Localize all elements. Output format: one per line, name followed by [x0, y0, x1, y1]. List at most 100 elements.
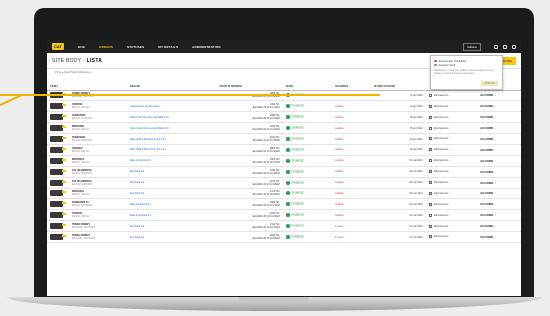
cat-logo: CAT: [52, 43, 64, 50]
nav-my-details[interactable]: MY DETAILS: [158, 45, 178, 49]
dealer-link[interactable]: Edile Italia & Movimento Terre Srl: [130, 138, 165, 141]
checkbox-icon[interactable]: [428, 159, 432, 163]
access-button[interactable]: ACCORD: [480, 191, 493, 195]
language-select[interactable]: Italiano: [463, 42, 481, 51]
table-row[interactable]: TENEX 0086871ESCAVAT. 320 PORTEdu Italia…: [47, 231, 521, 243]
nav-administration[interactable]: ADMINISTRATION: [192, 45, 221, 49]
asset-id-cell: 10069721 ESCAV. 323 GD: [69, 100, 128, 113]
service-date: Exp/2022 20:10 10:20AM: [252, 193, 280, 197]
table-row[interactable]: 10069721 ESCAV. 323 GD Assistenza & Tecnic…: [47, 100, 521, 113]
dealer-link[interactable]: Edu Italia Ltd.: [130, 170, 145, 173]
expiry-cell: scaduta: [332, 155, 371, 167]
nav-statuses[interactable]: STATUSES: [127, 45, 144, 49]
header-status[interactable]: STATO: [282, 83, 333, 91]
excavator-icon: [50, 146, 66, 153]
header-asset[interactable]: ASSET: [47, 83, 69, 91]
access-button[interactable]: ACCORD: [480, 170, 493, 174]
last-access-cell: 25 mar 2022: [370, 177, 426, 189]
service-cell: 1950 Hrs Exp/2022 20:10 10:12AM: [216, 111, 283, 124]
dealer-link[interactable]: Edile & Agricola Srl: [130, 214, 150, 217]
tag-text: abbonamento: [433, 148, 449, 152]
table-row[interactable]: 10069721 ESCAV. 323 GD Edile & Agricola Sr…: [47, 209, 521, 222]
access-button[interactable]: ACCORD: [480, 104, 493, 108]
dealer-link[interactable]: Edu Italia Ltd.: [130, 225, 145, 228]
table-row[interactable]: 100 100 REDDOX ESCAV. 326 PORT Edu Italia …: [47, 166, 521, 178]
last-access-date: 10 apr 2022: [409, 104, 423, 108]
expiry-text: scaduta: [335, 170, 344, 174]
dropdown-option[interactable]: Accesso Utenti: [434, 63, 499, 67]
header-expiry[interactable]: SCADENZA: [332, 83, 371, 91]
checkbox-icon[interactable]: [428, 202, 432, 206]
action-cell: ACCORD ⌄: [477, 90, 521, 102]
checkbox-icon[interactable]: [428, 148, 432, 152]
service-date: Exp/2022 20:10 10:14AM: [252, 128, 280, 132]
header-service-status[interactable]: STATO DI SERVIZIO: [216, 83, 283, 91]
access-button[interactable]: ACCORD: [480, 224, 493, 228]
table-row[interactable]: WB054680 ESCAV. 330 GC Ditta Costruzioni G…: [47, 122, 521, 135]
access-button[interactable]: ACCORD: [480, 148, 493, 152]
dealer-link[interactable]: Edu Italia Ltd.: [130, 181, 145, 184]
nav-hub[interactable]: HUB: [78, 45, 85, 49]
header-last-access[interactable]: ULTIMO ACCESSO: [370, 83, 426, 91]
service-cell: 1990 Hrs Exp/2022 20:10 10:24AM: [216, 231, 283, 243]
checkbox-icon[interactable]: [428, 181, 432, 184]
dealer-link[interactable]: Edile & Agricola Srl: [130, 203, 150, 206]
checkbox-icon[interactable]: [428, 126, 432, 130]
expiry-cell: in corso: [332, 231, 371, 243]
table-row[interactable]: 10069812 ESCAV. 320 GC Edile Italia & Movi…: [47, 144, 521, 156]
last-access-cell: 20 mar 2022: [370, 198, 426, 211]
table-row[interactable]: WB054681 ESCAV. 330 GC Edu Italia Ltd. 1470…: [47, 188, 521, 200]
table-row[interactable]: TENEX0034 ESCAV. 320 PORT Edile Italia & M…: [47, 133, 521, 145]
access-button[interactable]: ACCORD: [480, 213, 493, 217]
access-button[interactable]: ACCORD: [480, 159, 493, 163]
asset-thumb: [47, 144, 69, 156]
access-button[interactable]: ACCORD: [480, 202, 493, 206]
status-text: CONNESSO: [290, 202, 305, 206]
notification-icon[interactable]: [494, 44, 498, 49]
page-title-prefix: SITE BODY: [52, 57, 82, 64]
dealer-link[interactable]: Edile & Agricola Srl: [130, 159, 150, 162]
asset-id-cell: TENEX0034 ESCAV. 320 PORT: [69, 133, 128, 145]
model-name: ESCAV. 330 GC: [72, 160, 90, 164]
access-button[interactable]: ACCORD: [480, 181, 493, 185]
service-date: Exp/2022 20:10 10:12AM: [252, 117, 280, 121]
dealer-link[interactable]: Assistenza & Tecnica Assoc.: [130, 105, 160, 108]
table-row[interactable]: TENEX 0086871ESCAVAT. 320 PORTEdu Italia…: [47, 220, 521, 233]
checkbox-icon[interactable]: [428, 170, 432, 174]
checkbox-icon[interactable]: [428, 213, 432, 217]
tag-cell: abbonamento: [425, 166, 478, 178]
menu-icon[interactable]: [512, 44, 516, 49]
last-access-date: 20 mar 2022: [409, 202, 423, 206]
checkbox-icon[interactable]: [428, 191, 432, 195]
header-dealer[interactable]: DEALER: [127, 83, 217, 91]
access-button[interactable]: ACCORD: [480, 115, 493, 119]
dealer-link[interactable]: Ditta Costruzioni Generali Milano Srl: [130, 127, 169, 130]
tag-text: abbonamento: [433, 213, 449, 217]
dealer-link[interactable]: Edu Italia Ltd.: [130, 236, 145, 239]
excavator-icon: [50, 125, 66, 132]
table-row[interactable]: WB053310 ESCAV. 330 GC Edile & Agricola Sr…: [47, 155, 521, 167]
checkbox-icon[interactable]: [428, 115, 432, 119]
checkbox-icon[interactable]: [428, 224, 432, 228]
access-button[interactable]: ACCORD: [480, 126, 493, 130]
status-cell: CONNESSO: [282, 198, 333, 211]
access-button[interactable]: ACCORD: [480, 93, 493, 97]
checkbox-icon[interactable]: [428, 104, 432, 108]
dealer-link[interactable]: Edu Italia Ltd.: [130, 192, 145, 195]
checkbox-icon[interactable]: [428, 137, 432, 141]
dealer-link[interactable]: Edile Italia & Movimento Terre Srl: [130, 148, 165, 151]
expiry-cell: scaduta: [332, 177, 371, 189]
tag-cell: abbonamento: [425, 100, 478, 113]
table-row[interactable]: TENEX0082 F1 ESCAV. 320 PORT Edile & Agric…: [47, 198, 521, 211]
checkbox-icon[interactable]: [428, 235, 432, 239]
access-button[interactable]: ACCORD: [480, 137, 493, 141]
table-row[interactable]: TENEX0082 ESCAV. 320 PORT Ditta Costruzion…: [47, 111, 521, 124]
nav-orders[interactable]: ORDERS: [99, 45, 113, 49]
access-button[interactable]: ACCORD: [480, 235, 493, 239]
user-icon[interactable]: [503, 44, 507, 49]
apply-button[interactable]: APPLICA: [481, 81, 498, 86]
checkbox-icon[interactable]: [428, 93, 432, 97]
tag-text: abbonamento: [433, 192, 449, 196]
table-row[interactable]: 100 100 REDDOX ESCAV. 326 PORT Edu Italia …: [47, 177, 521, 189]
dealer-link[interactable]: Ditta Costruzioni Generali Milano Srl: [130, 116, 169, 119]
